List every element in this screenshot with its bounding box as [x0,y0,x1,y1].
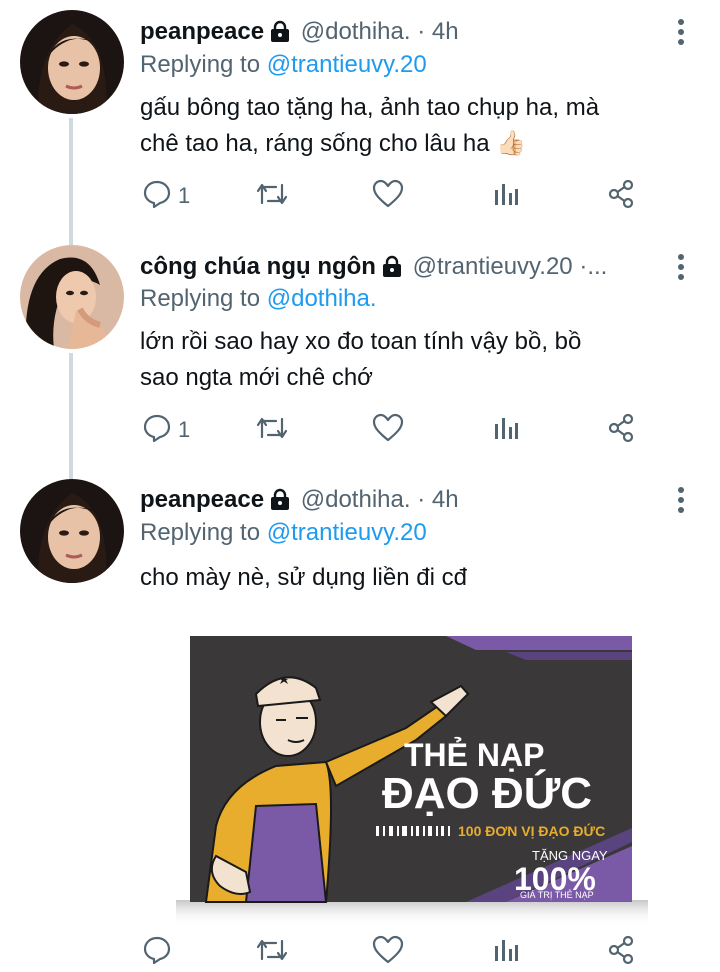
reply-button[interactable] [142,932,178,972]
separator-dot: · [417,486,426,513]
tweet-header: peanpeace @dothiha. · 4h [140,15,660,49]
tweet-1[interactable]: peanpeace @dothiha. · 4h Replying to @tr… [0,0,720,235]
replying-to: Replying to @trantieuvy.20 [140,516,427,550]
tweet-text: lớn rồi sao hay xo đo toan tính vậy bồ, … [140,324,680,396]
action-bar: 1 [138,410,648,450]
tweet-text: cho mày nè, sử dụng liền đi cđ [140,560,680,596]
retweet-icon [254,413,290,448]
replying-to-label: Replying to [140,519,267,546]
more-vertical-icon[interactable] [676,252,686,282]
views-icon [492,180,520,213]
lock-icon [382,253,402,284]
card-shadow [176,900,648,926]
timestamp[interactable]: ... [587,253,607,280]
tweet-text-line: cho mày nè, sử dụng liền đi cđ [140,564,467,591]
reply-icon [142,179,172,214]
reply-button[interactable]: 1 [142,410,190,450]
tweet-media-image[interactable]: THẺ NẠP ĐẠO ĐỨC 100 ĐƠN VỊ ĐẠO ĐỨC TẶNG … [176,636,648,926]
lock-icon [270,486,290,517]
heart-icon [372,413,404,448]
timestamp[interactable]: 4h [432,486,459,513]
handle[interactable]: @dothiha. [301,486,411,513]
card-title-1: THẺ NẠP [404,737,544,773]
views-icon [492,414,520,447]
replying-to-label: Replying to [140,51,267,78]
share-button[interactable] [606,410,636,450]
thread-line [69,235,73,245]
tweet-text-line: lớn rồi sao hay xo đo toan tính vậy bồ, … [140,328,582,355]
lock-icon [270,18,290,49]
display-name[interactable]: peanpeace [140,18,264,45]
card-title-2: ĐẠO ĐỨC [382,768,592,818]
tweet-header: công chúa ngụ ngôn @trantieuvy.20 ·... [140,250,660,284]
tweet-text: gấu bông tao tặng ha, ảnh tao chụp ha, m… [140,90,680,162]
share-button[interactable] [606,932,636,972]
like-button[interactable] [372,176,404,216]
like-button[interactable] [372,932,404,972]
avatar[interactable] [20,245,124,349]
reply-count: 1 [178,417,191,442]
display-name[interactable]: peanpeace [140,486,264,513]
tweet-text-line: chê tao ha, ráng sống cho lâu ha 👍🏻 [140,130,527,157]
separator-dot: · [417,18,426,45]
tweet-text-line: sao ngta mới chê chớ [140,364,373,391]
more-vertical-icon[interactable] [676,485,686,515]
reply-button[interactable]: 1 [142,176,190,216]
tweet-text-line: gấu bông tao tặng ha, ảnh tao chụp ha, m… [140,94,600,121]
mention-link[interactable]: @trantieuvy.20 [267,519,427,546]
timestamp[interactable]: 4h [432,18,459,45]
replying-to: Replying to @trantieuvy.20 [140,48,427,82]
more-vertical-icon[interactable] [676,17,686,47]
retweet-button[interactable] [254,410,290,450]
card-subtitle: 100 ĐƠN VỊ ĐẠO ĐỨC [458,822,605,839]
retweet-button[interactable] [254,932,290,972]
replying-to: Replying to @dothiha. [140,282,377,316]
action-bar: 1 [138,176,648,216]
heart-icon [372,935,404,970]
handle[interactable]: @trantieuvy.20 [413,253,573,280]
reply-icon [142,935,172,970]
heart-icon [372,179,404,214]
avatar[interactable] [20,10,124,114]
reply-icon [142,413,172,448]
views-button[interactable] [492,410,520,450]
promo-text-3: GIÁ TRỊ THẺ NẠP [520,889,594,900]
avatar[interactable] [20,479,124,583]
share-icon [606,935,636,970]
thread-line [69,353,73,473]
share-icon [606,413,636,448]
share-icon [606,179,636,214]
handle[interactable]: @dothiha. [301,18,411,45]
views-button[interactable] [492,932,520,972]
purple-stripe [446,636,632,650]
replying-to-label: Replying to [140,285,267,312]
mention-link[interactable]: @dothiha. [267,285,377,312]
views-icon [492,936,520,969]
tweet-header: peanpeace @dothiha. · 4h [140,483,660,517]
action-bar [138,932,648,972]
purple-stripe [506,652,632,660]
retweet-icon [254,935,290,970]
display-name[interactable]: công chúa ngụ ngôn [140,253,376,280]
share-button[interactable] [606,176,636,216]
thread-line [69,118,73,235]
retweet-button[interactable] [254,176,290,216]
retweet-icon [254,179,290,214]
reply-count: 1 [178,183,191,208]
tweet-2[interactable]: công chúa ngụ ngôn @trantieuvy.20 ·... R… [0,235,720,473]
mention-link[interactable]: @trantieuvy.20 [267,51,427,78]
views-button[interactable] [492,176,520,216]
like-button[interactable] [372,410,404,450]
